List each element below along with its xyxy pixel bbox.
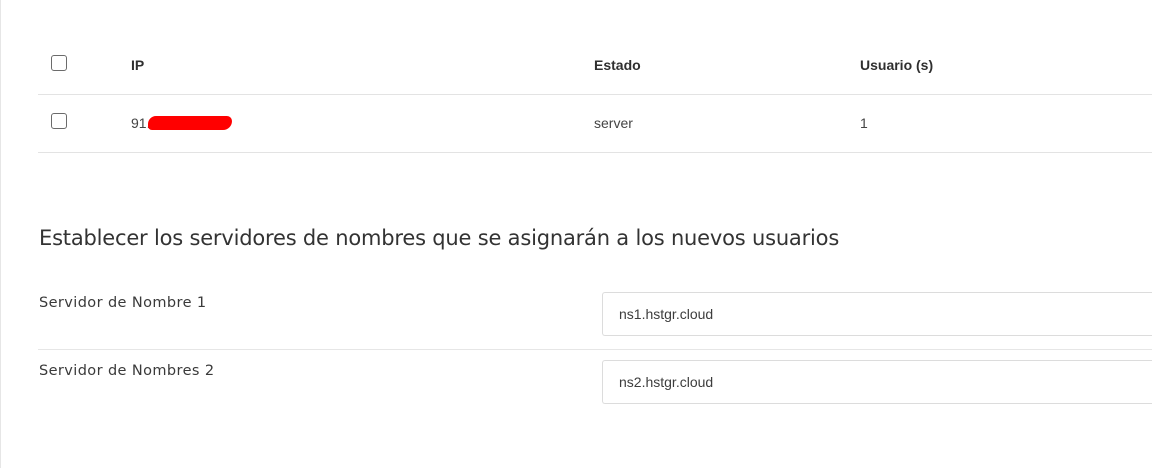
nameserver-1-row: Servidor de Nombre 1 — [38, 282, 1152, 350]
select-all-checkbox[interactable] — [51, 55, 67, 71]
nameserver-2-label: Servidor de Nombres 2 — [39, 363, 215, 379]
nameserver-2-row: Servidor de Nombres 2 — [38, 350, 1152, 417]
nameserver-1-input[interactable] — [602, 292, 1152, 336]
page: IP Estado Usuario (s) 91. server 1 Estab… — [0, 0, 1152, 468]
estado-cell: server — [594, 115, 633, 131]
table-row: 91. server 1 — [38, 95, 1152, 153]
nameservers-section-title: Establecer los servidores de nombres que… — [39, 226, 840, 250]
column-header-ip[interactable]: IP — [131, 37, 144, 94]
column-header-estado[interactable]: Estado — [594, 37, 641, 94]
nameserver-2-input[interactable] — [602, 360, 1152, 404]
redaction-mark — [148, 115, 233, 130]
table-header: IP Estado Usuario (s) — [38, 37, 1152, 95]
nameserver-1-label: Servidor de Nombre 1 — [39, 295, 207, 311]
row-checkbox[interactable] — [51, 113, 67, 129]
usuarios-cell: 1 — [860, 115, 868, 131]
ip-cell: 91. — [131, 95, 233, 152]
ip-table: IP Estado Usuario (s) 91. server 1 — [38, 37, 1152, 153]
column-header-usuarios[interactable]: Usuario (s) — [860, 37, 933, 94]
